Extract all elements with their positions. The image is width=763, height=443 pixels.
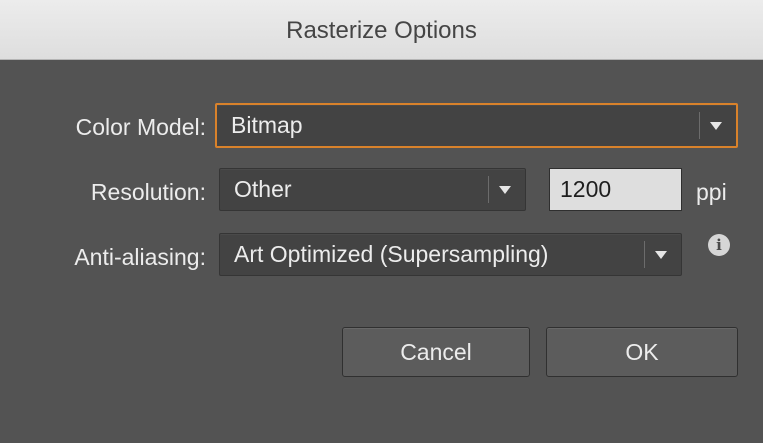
title-bar: Rasterize Options xyxy=(0,0,763,60)
ppi-input[interactable]: 1200 xyxy=(549,168,682,211)
anti-aliasing-label: Anti-aliasing: xyxy=(74,244,206,270)
anti-aliasing-dropdown[interactable]: Art Optimized (Supersampling) xyxy=(219,233,682,276)
resolution-label: Resolution: xyxy=(90,179,206,205)
chevron-down-icon xyxy=(649,234,673,275)
dialog-title: Rasterize Options xyxy=(286,17,477,44)
resolution-dropdown[interactable]: Other xyxy=(219,168,526,211)
info-icon[interactable]: i xyxy=(708,234,730,256)
color-model-dropdown[interactable]: Bitmap xyxy=(215,103,738,148)
ppi-unit-label: ppi xyxy=(696,179,727,205)
chevron-down-icon xyxy=(493,169,517,210)
resolution-value: Other xyxy=(234,176,292,202)
chevron-down-icon xyxy=(704,105,728,146)
color-model-value: Bitmap xyxy=(231,112,303,138)
anti-aliasing-value: Art Optimized (Supersampling) xyxy=(234,241,549,267)
ok-button[interactable]: OK xyxy=(546,327,738,377)
dropdown-separator xyxy=(644,241,645,268)
color-model-label: Color Model: xyxy=(75,114,206,140)
rasterize-options-dialog: Rasterize Options Color Model: Bitmap Re… xyxy=(0,0,763,443)
dropdown-separator xyxy=(699,112,700,139)
cancel-button[interactable]: Cancel xyxy=(342,327,530,377)
dropdown-separator xyxy=(488,176,489,203)
